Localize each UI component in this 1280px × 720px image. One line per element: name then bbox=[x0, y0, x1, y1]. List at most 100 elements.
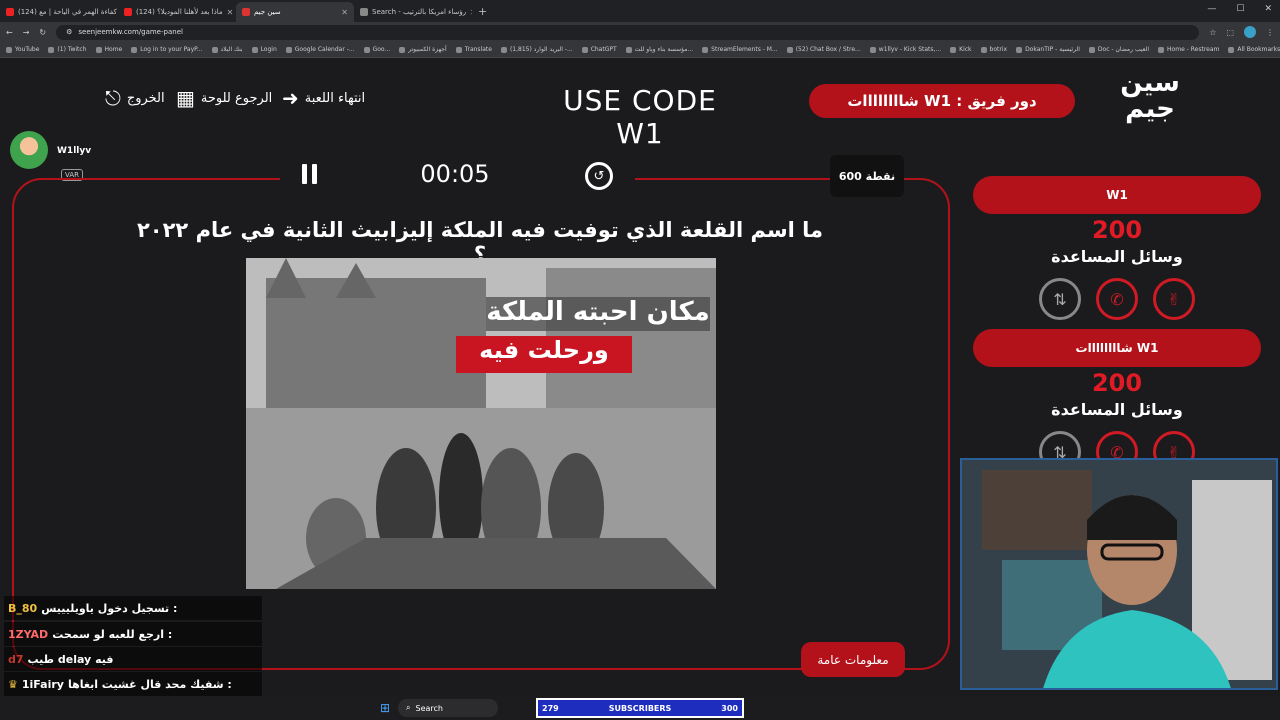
swap-aid-button[interactable]: ⇅ bbox=[1039, 278, 1081, 320]
taskbar-search-label: Search bbox=[415, 703, 443, 713]
bookmark-item[interactable]: Kick bbox=[950, 46, 972, 53]
bookmark-item[interactable]: مؤسسة بناء وياو للت... bbox=[625, 46, 693, 53]
bookmark-label: botrix bbox=[989, 46, 1008, 53]
browser-tab[interactable]: (124) كفاءة الهمر في الياحة | مع✕ bbox=[0, 2, 118, 22]
chat-message: ♛ 1iFairy شفيك محد قال غشيت ابغاها : bbox=[4, 672, 262, 696]
chat-text: شفيك محد قال غشيت ابغاها : bbox=[67, 677, 232, 691]
bookmark-icon bbox=[285, 46, 292, 53]
bookmark-item[interactable]: Login bbox=[251, 46, 277, 53]
bookmark-label: Log in to your PayP... bbox=[140, 46, 203, 53]
bookmark-item[interactable]: Home - Restream bbox=[1158, 46, 1219, 53]
bookmark-label: DokanTIP - الرئيسية bbox=[1025, 46, 1080, 53]
taskbar-search[interactable]: ⌕ Search bbox=[398, 699, 498, 717]
exit-icon: ⎋ bbox=[105, 86, 121, 110]
bookmark-item[interactable]: All Bookmarks bbox=[1228, 46, 1280, 53]
bookmark-label: أجهزة الكمبيوتر bbox=[408, 46, 447, 53]
bookmark-icon bbox=[625, 46, 632, 53]
bookmark-item[interactable]: YouTube bbox=[6, 46, 39, 53]
tab-favicon bbox=[124, 8, 132, 16]
bookmark-icon bbox=[702, 46, 709, 53]
bookmark-label: Translate bbox=[464, 46, 492, 53]
close-tab-icon[interactable]: ✕ bbox=[341, 8, 348, 17]
bookmark-label: (52) Chat Box / Stre... bbox=[795, 46, 861, 53]
bookmark-item[interactable]: botrix bbox=[980, 46, 1008, 53]
browser-tab[interactable]: Search - رؤساء امريكا بالترتيب✕ bbox=[354, 2, 472, 22]
phone-icon: ✆ bbox=[1110, 289, 1124, 309]
reset-icon: ↺ bbox=[593, 168, 605, 184]
bookmark-star-icon[interactable]: ☆ bbox=[1209, 28, 1216, 37]
reload-icon[interactable]: ↻ bbox=[39, 28, 46, 37]
exit-button[interactable]: ⎋ الخروج bbox=[105, 88, 165, 108]
bookmark-icon bbox=[1228, 46, 1235, 53]
team-1-name: W1 bbox=[973, 176, 1261, 214]
bookmark-icon bbox=[1016, 46, 1023, 53]
back-icon[interactable]: ← bbox=[6, 28, 13, 37]
bookmark-item[interactable]: Translate bbox=[455, 46, 492, 53]
chat-user: B_80 bbox=[8, 601, 38, 615]
chat-message: d7 طيب delay فيه bbox=[4, 647, 262, 671]
bookmark-icon bbox=[131, 46, 138, 53]
chat-user: 1iFairy bbox=[21, 677, 64, 691]
profile-avatar[interactable] bbox=[1244, 26, 1256, 38]
reset-timer-button[interactable]: ↺ bbox=[585, 162, 613, 190]
bookmark-icon bbox=[251, 46, 258, 53]
pause-button[interactable] bbox=[300, 162, 320, 192]
bookmark-item[interactable]: بنك البلاد bbox=[211, 46, 243, 53]
bookmark-label: All Bookmarks bbox=[1237, 46, 1280, 53]
url-field[interactable]: ⚙ seenjeemkw.com/game-panel bbox=[56, 24, 1200, 40]
bookmark-item[interactable]: (52) Chat Box / Stre... bbox=[786, 46, 861, 53]
bookmark-item[interactable]: StreamElements - M... bbox=[702, 46, 778, 53]
bookmark-icon bbox=[500, 46, 507, 53]
menu-icon[interactable]: ⋮ bbox=[1266, 28, 1274, 37]
team-turn-pill: دور فريق : W1 شاااااااات bbox=[809, 84, 1075, 118]
bookmark-item[interactable]: Log in to your PayP... bbox=[131, 46, 203, 53]
streamer-camera bbox=[962, 460, 1276, 688]
bookmark-label: (1,815) البريد الوارد -... bbox=[509, 46, 573, 53]
bookmark-item[interactable]: أجهزة الكمبيوتر bbox=[399, 46, 447, 53]
bookmark-item[interactable]: ChatGPT bbox=[581, 46, 617, 53]
minimize-button[interactable]: — bbox=[1207, 4, 1216, 14]
new-tab-button[interactable]: + bbox=[478, 5, 487, 18]
image-caption-bottom: ورحلت فيه bbox=[456, 336, 632, 373]
browser-tab[interactable]: سين جيم ✕ bbox=[236, 2, 354, 22]
player-name: W1llyv bbox=[57, 146, 92, 156]
double-aid-button[interactable]: ✌ bbox=[1153, 278, 1195, 320]
call-aid-button[interactable]: ✆ bbox=[1096, 278, 1138, 320]
site-info-icon[interactable]: ⚙ bbox=[66, 28, 72, 36]
bookmark-item[interactable]: (1) Twitch bbox=[48, 46, 87, 53]
arrow-right-icon: ➜ bbox=[282, 86, 299, 110]
browser-tab[interactable]: (124) ماذا بعد لأهلنا الموديلا؟ ✕ bbox=[118, 2, 236, 22]
forward-icon[interactable]: → bbox=[23, 28, 30, 37]
use-code-banner: USE CODE W1 bbox=[563, 84, 717, 150]
end-game-button[interactable]: ➜ انتهاء اللعبة bbox=[282, 88, 365, 108]
back-to-board-button[interactable]: ▦ الرجوع للوحة bbox=[176, 88, 272, 108]
close-window-button[interactable]: ✕ bbox=[1264, 4, 1272, 14]
general-info-button[interactable]: معلومات عامة bbox=[801, 642, 905, 677]
maximize-button[interactable]: ☐ bbox=[1236, 4, 1244, 14]
logo-line-2: جيم bbox=[1125, 94, 1175, 124]
bookmark-icon bbox=[211, 46, 218, 53]
bookmark-label: (1) Twitch bbox=[57, 46, 87, 53]
close-tab-icon[interactable]: ✕ bbox=[227, 8, 234, 17]
bookmark-icon bbox=[1158, 46, 1165, 53]
bookmarks-bar: YouTube (1) Twitch Home Log in to your PayP… bbox=[0, 42, 1280, 58]
bookmark-item[interactable]: Google Calendar -... bbox=[285, 46, 355, 53]
windows-start-icon[interactable]: ⊞ bbox=[380, 701, 390, 715]
bookmark-label: Home - Restream bbox=[1167, 46, 1220, 53]
bookmark-item[interactable]: w1llyv - Kick Stats,... bbox=[869, 46, 941, 53]
extensions-icon[interactable]: ⬚ bbox=[1226, 28, 1234, 37]
back-to-board-label: الرجوع للوحة bbox=[200, 90, 273, 106]
bookmark-item[interactable]: (1,815) البريد الوارد -... bbox=[500, 46, 573, 53]
bookmark-item[interactable]: Home bbox=[95, 46, 122, 53]
bookmark-icon bbox=[455, 46, 462, 53]
bookmark-item[interactable]: Doc - العيب رمضان bbox=[1088, 46, 1149, 53]
logo-line-1: سين bbox=[1120, 68, 1180, 98]
bookmark-icon bbox=[1088, 46, 1095, 53]
team-1-aids-label: وسائل المساعدة bbox=[1051, 247, 1183, 266]
victory-hand-icon: ✌ bbox=[1167, 289, 1181, 309]
chat-message: B_80 تسجيل دخول ياويليييس : bbox=[4, 596, 262, 620]
bookmark-item[interactable]: Goo... bbox=[363, 46, 390, 53]
subscriber-goal-bar: 279 SUBSCRIBERS 300 bbox=[536, 698, 744, 718]
bookmark-item[interactable]: DokanTIP - الرئيسية bbox=[1016, 46, 1080, 53]
close-tab-icon[interactable]: ✕ bbox=[470, 8, 472, 17]
